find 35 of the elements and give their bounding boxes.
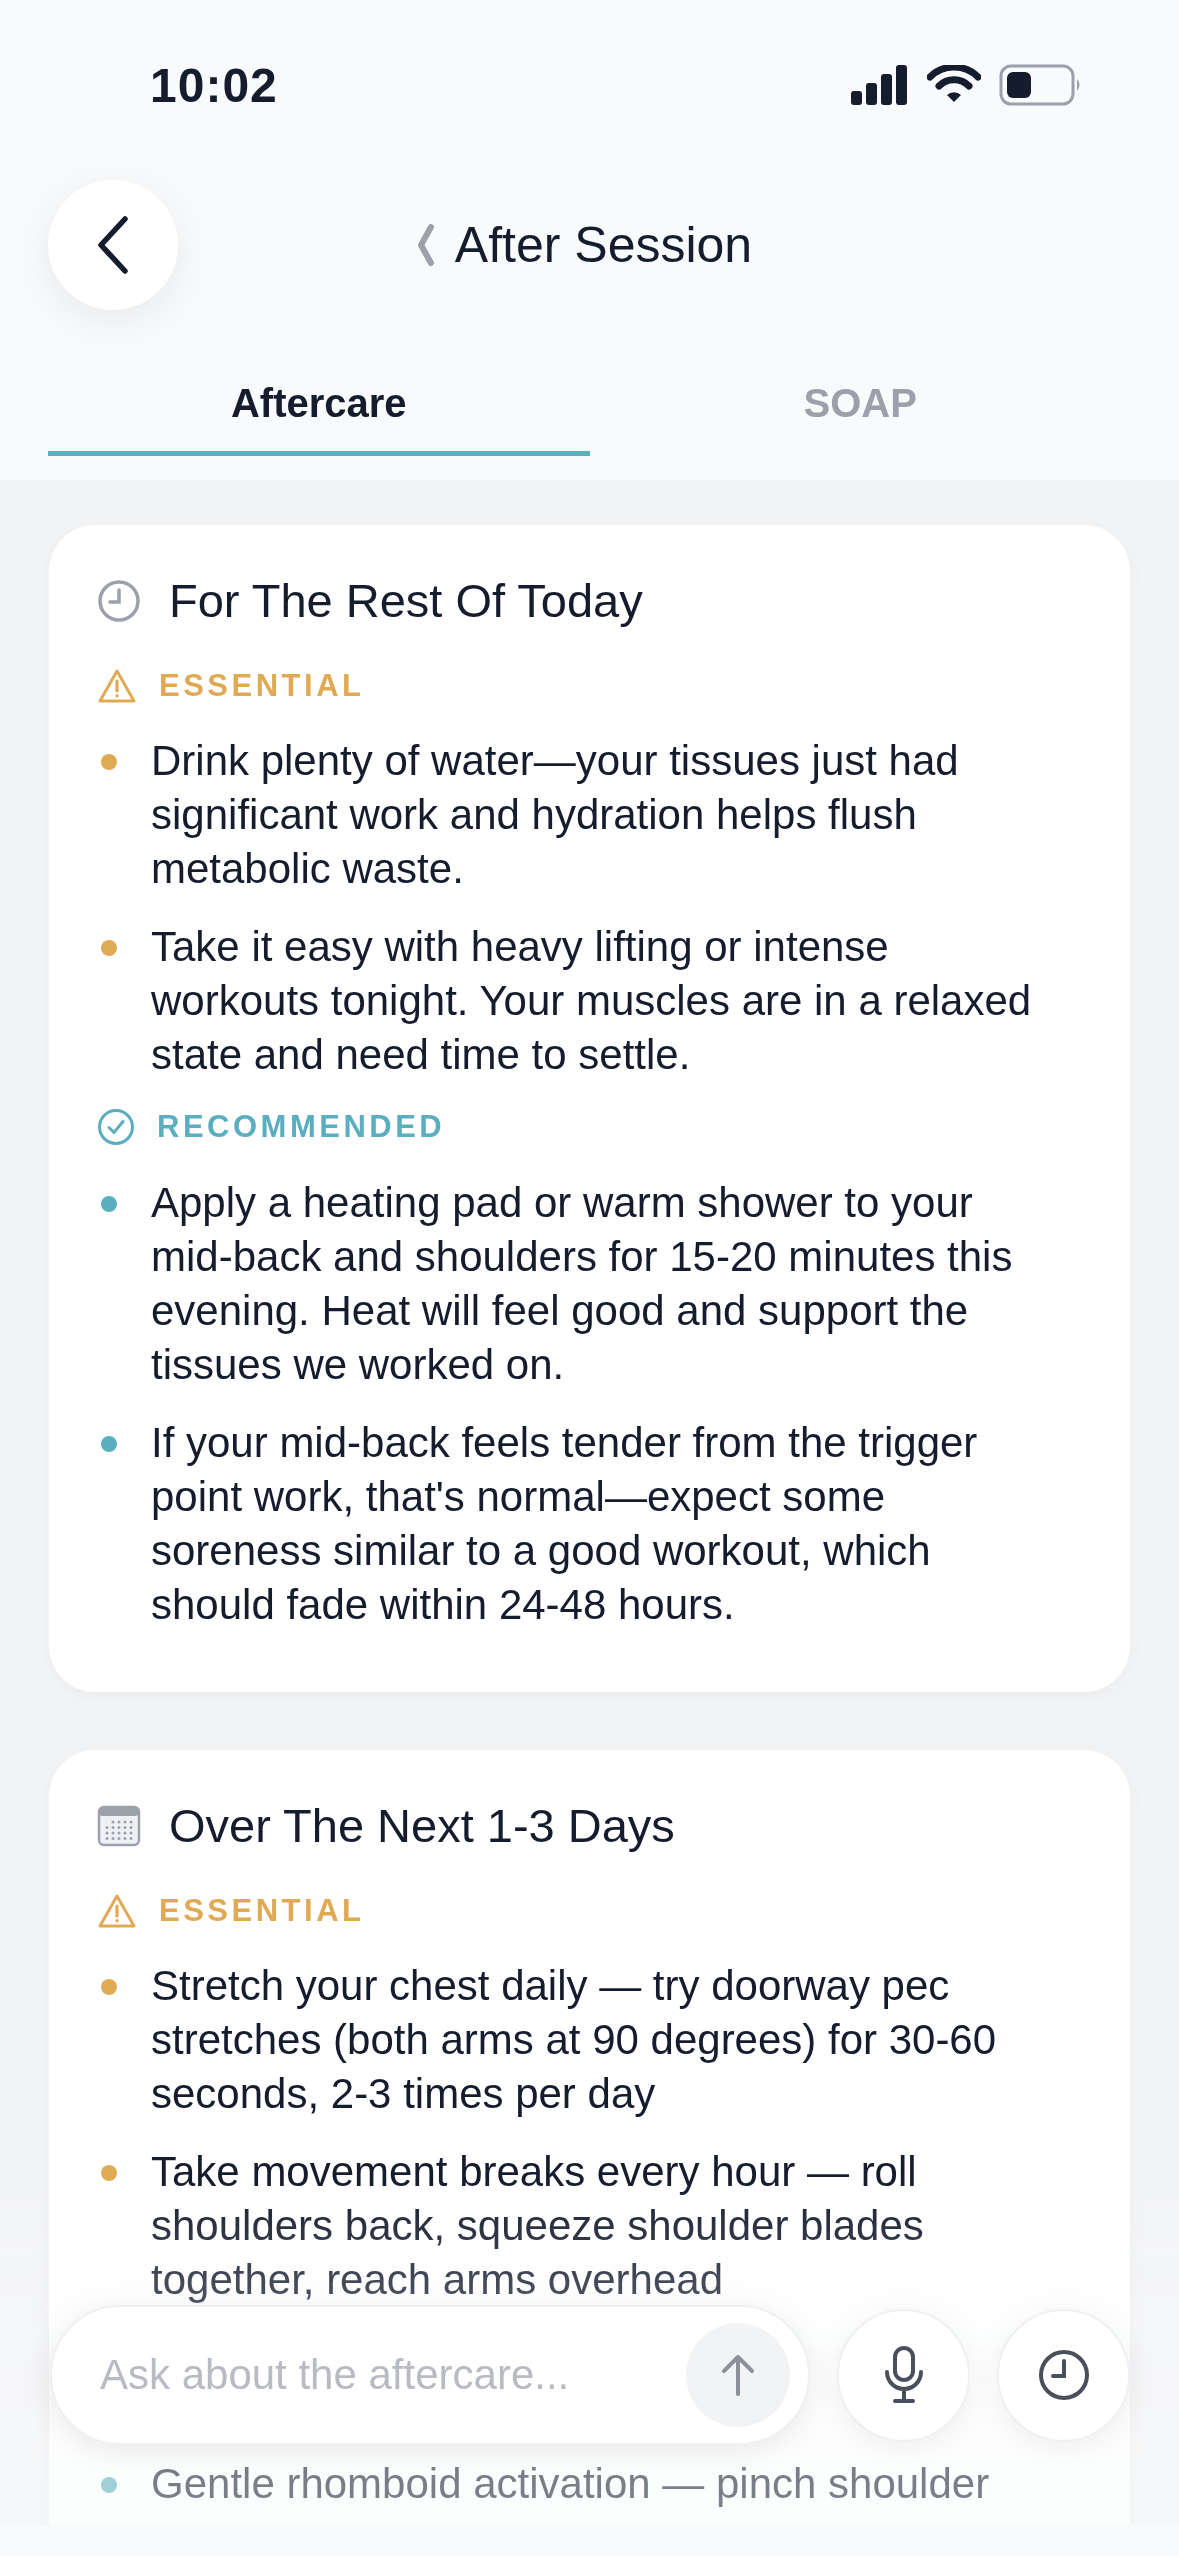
text-input[interactable]: Ask about the aftercare... — [98, 2350, 686, 2400]
category-label: ESSENTIAL — [159, 1893, 365, 1929]
signal-icon — [851, 65, 909, 105]
care-instruction: Stretch your chest daily — try doorway pec stretches (both arms at 90 degrees) for 30-60 seconds, 2-3 times per day — [151, 1961, 998, 2119]
category-label: ESSENTIAL — [159, 668, 365, 704]
bullet-dot-icon — [101, 940, 117, 956]
arrow-up-icon — [720, 2353, 756, 2397]
bullet-dot-icon — [101, 1196, 117, 1212]
clock-icon — [1037, 2349, 1090, 2401]
check-circle-icon — [97, 1108, 135, 1146]
bullet-dot-icon — [101, 754, 117, 770]
warning-icon — [97, 1893, 137, 1929]
tab[interactable]: Aftercare — [48, 356, 590, 456]
category-label: RECOMMENDED — [157, 1109, 446, 1145]
care-instruction: Drink plenty of water—your tissues just had significant work and hydration helps flush metabolic waste. — [151, 736, 960, 894]
warning-icon — [97, 668, 137, 704]
bullet-dot-icon — [101, 1436, 117, 1452]
care-instruction: Apply a heating pad or warm shower to your mid-back and shoulders for 15-20 minutes this evening. Heat will feel good and support the tissues we worked on. — [151, 1178, 1014, 1390]
bullet-dot-icon — [101, 1979, 117, 1995]
ask-field[interactable]: Ask about the aftercare... — [50, 2305, 810, 2445]
status-time: 10:02 — [150, 57, 278, 113]
calendar-icon — [97, 1804, 141, 1847]
care-instruction: If your mid-back feels tender from the trigger point work, that's normal—expect some soreness similar to a good workout, which should fade within 24-48 hours. — [151, 1418, 979, 1630]
bullet-dot-icon — [101, 2477, 117, 2493]
microphone-icon — [883, 2346, 924, 2404]
care-instruction: Take movement breaks every hour — roll shoulders back, squeeze shoulder blades together, reach arms overhead — [151, 2147, 925, 2305]
back-chevron-icon — [95, 215, 131, 275]
care-instruction: Take it easy with heavy lifting or intense workouts tonight. Your muscles are in a relaxed state and need time to settle. — [151, 922, 1033, 1080]
bullet-dot-icon — [101, 2165, 117, 2181]
clock-icon — [97, 578, 141, 623]
card-title: For The Rest Of Today — [169, 573, 643, 628]
care-instruction: Gentle rhomboid activation — pinch shoulder — [151, 2459, 990, 2509]
wifi-icon — [927, 65, 981, 105]
screen-title: After Session — [454, 216, 753, 274]
card-title: Over The Next 1-3 Days — [169, 1798, 675, 1853]
